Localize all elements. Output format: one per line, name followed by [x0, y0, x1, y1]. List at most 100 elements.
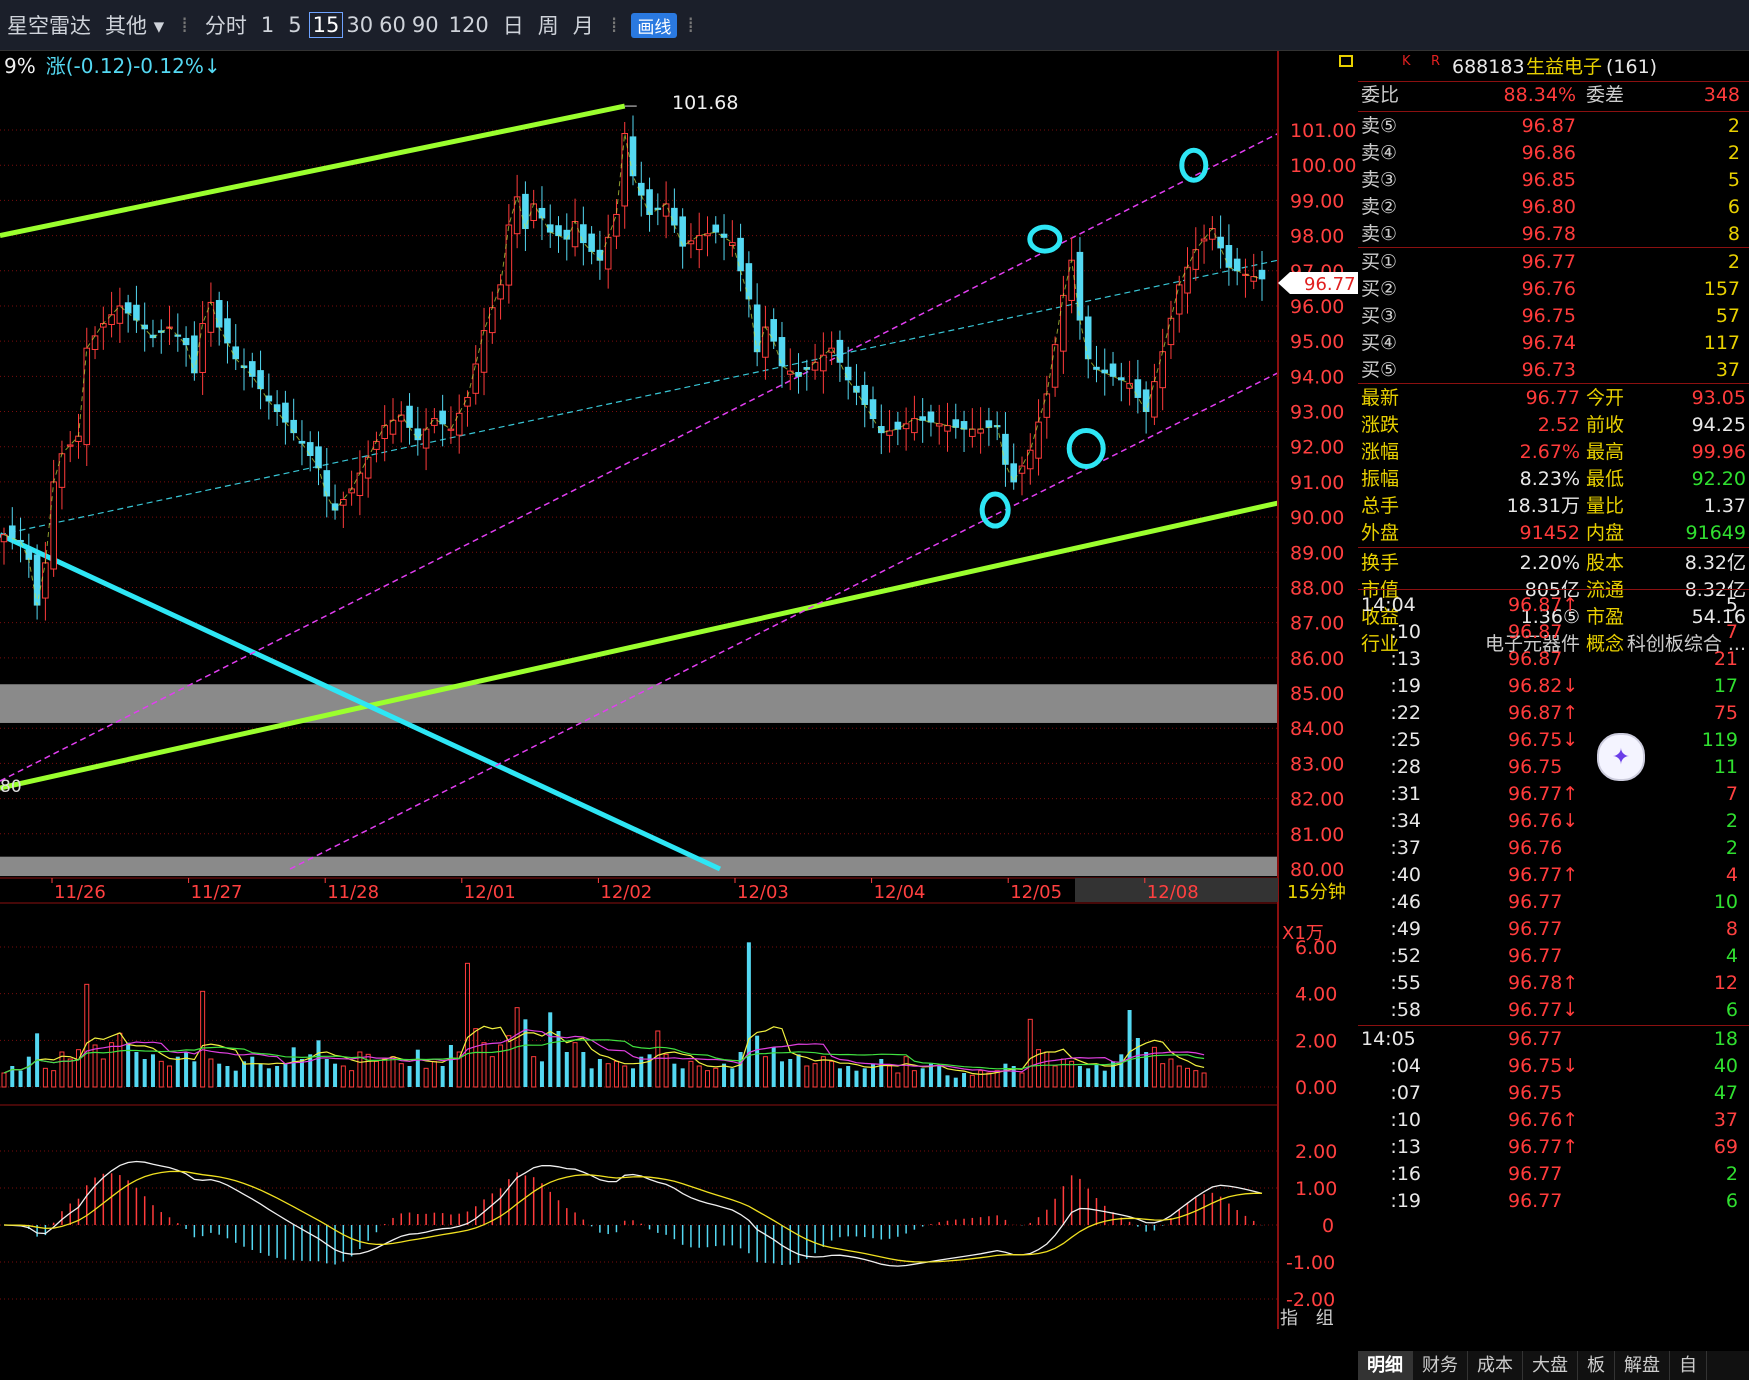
- tick-time: 14:05: [1361, 1028, 1416, 1050]
- candle-body: [1184, 266, 1191, 294]
- volume-bar: [846, 1066, 851, 1087]
- period-tab[interactable]: 90: [409, 13, 442, 37]
- candle-body: [778, 337, 786, 367]
- ask-volume: 8: [1727, 223, 1740, 245]
- price-tick: 80.00: [1290, 859, 1344, 881]
- tab-sector[interactable]: 板: [1578, 1351, 1615, 1380]
- volume-bar: [962, 1073, 967, 1087]
- bid-volume: 57: [1715, 305, 1740, 327]
- kline-chart[interactable]: 101.00100.0099.0098.0097.0096.0095.0094.…: [0, 51, 1358, 1329]
- volume-bar: [1168, 1058, 1174, 1088]
- period-tab[interactable]: 月: [566, 10, 601, 40]
- tick-price: 96.76: [1508, 837, 1563, 859]
- app-name[interactable]: 星空雷达: [0, 10, 98, 40]
- candle-body: [364, 456, 372, 479]
- tick-row: :46 96.77 10: [1358, 889, 1738, 916]
- tick-time: :37: [1390, 837, 1421, 859]
- volume-bar: [820, 1056, 826, 1088]
- lower-green-trendline: [0, 500, 1279, 791]
- candle-body: [894, 421, 902, 430]
- volume-bar: [548, 1012, 553, 1087]
- tick-price: 96.87↑: [1508, 594, 1579, 616]
- tick-row: :22 96.87↑ 75: [1358, 700, 1738, 727]
- volume-bar: [937, 1066, 942, 1087]
- volume-bar: [762, 1056, 768, 1088]
- draw-line-button[interactable]: 画线: [631, 12, 678, 38]
- candle-body: [935, 423, 943, 427]
- stat-row: 涨幅 2.67% 最高 99.96: [1358, 439, 1746, 466]
- tick-time: :10: [1390, 621, 1421, 643]
- pct-fragment: 9%: [4, 54, 36, 78]
- tab-market[interactable]: 大盘: [1523, 1351, 1578, 1380]
- volume-bar: [208, 1058, 214, 1088]
- period-tab[interactable]: 1: [254, 13, 281, 37]
- bid-volume: 117: [1703, 332, 1740, 354]
- tick-row: :13 96.77↑ 69: [1358, 1134, 1738, 1161]
- highlight-circle: [979, 491, 1011, 529]
- volume-bar: [1044, 1051, 1050, 1088]
- ai-assistant-icon[interactable]: ✦: [1597, 733, 1645, 781]
- tab-self[interactable]: 自: [1670, 1351, 1707, 1380]
- ask-label: 卖③: [1361, 169, 1398, 191]
- candle-body: [1258, 269, 1266, 280]
- tick-time: :04: [1390, 1055, 1421, 1077]
- tab-analysis[interactable]: 解盘: [1615, 1351, 1670, 1380]
- candle-body: [1093, 366, 1100, 370]
- period-tab[interactable]: 120: [442, 13, 496, 37]
- stat-value: 93.05: [1691, 387, 1746, 409]
- tick-price: 96.76↓: [1508, 810, 1579, 832]
- left-edge-label: 80: [0, 777, 22, 797]
- volume-bar: [564, 1052, 569, 1087]
- volume-bar: [581, 1052, 586, 1087]
- tab-k[interactable]: K: [1402, 48, 1411, 75]
- tab-group[interactable]: 组: [1316, 1308, 1334, 1329]
- candle-body: [273, 404, 281, 413]
- volume-bar: [969, 1074, 975, 1088]
- volume-tick: 4.00: [1295, 984, 1337, 1006]
- ask-price: 96.86: [1521, 142, 1576, 164]
- period-tab[interactable]: 周: [531, 10, 566, 40]
- candle-body: [563, 229, 571, 240]
- stat-value: 8.23%: [1519, 468, 1580, 490]
- ask-volume: 2: [1727, 142, 1740, 164]
- period-tab-selected[interactable]: 15: [308, 12, 344, 38]
- candle-body: [373, 440, 380, 450]
- candle-body: [580, 224, 587, 244]
- tick-volume: 11: [1713, 756, 1738, 778]
- price-tick: 85.00: [1290, 683, 1344, 705]
- candle-body: [306, 442, 314, 457]
- tab-detail[interactable]: 明细: [1358, 1351, 1413, 1380]
- date-label: 12/05: [1010, 882, 1062, 903]
- bid-price: 96.75: [1521, 305, 1576, 327]
- stat-row: 涨跌 2.52 前收 94.25: [1358, 412, 1746, 439]
- tick-time: :46: [1390, 891, 1421, 913]
- period-tab[interactable]: 30: [343, 13, 376, 37]
- candle-body: [604, 236, 612, 270]
- candle-body: [422, 428, 430, 449]
- period-tab[interactable]: 5: [281, 13, 308, 37]
- trend-lines: [0, 103, 1279, 872]
- tick-volume: 4: [1725, 945, 1738, 967]
- volume-bar: [986, 1072, 992, 1088]
- volume-bar: [316, 1040, 321, 1087]
- period-tab[interactable]: 60: [376, 13, 409, 37]
- candle-body: [58, 453, 66, 488]
- tick-volume: 37: [1713, 1109, 1738, 1131]
- tab-indicator[interactable]: 指: [1280, 1308, 1298, 1329]
- volume-bar: [755, 1035, 760, 1087]
- stock-code: 688183: [1452, 56, 1525, 78]
- tick-row: :31 96.77↑ 7: [1358, 781, 1738, 808]
- period-tab[interactable]: 分时: [198, 10, 254, 40]
- menu-other[interactable]: 其他 ▾: [98, 10, 171, 40]
- volume-bar: [275, 1066, 280, 1087]
- tab-r[interactable]: R: [1431, 48, 1440, 75]
- volume-bar: [373, 1060, 379, 1088]
- tab-finance[interactable]: 财务: [1413, 1351, 1468, 1380]
- tab-cost[interactable]: 成本: [1468, 1351, 1523, 1380]
- candle-body: [530, 203, 537, 221]
- candle-body: [571, 220, 579, 248]
- volume-bar: [1086, 1068, 1091, 1087]
- volume-bar: [431, 1060, 437, 1088]
- candle-body: [1175, 284, 1183, 315]
- period-tab[interactable]: 日: [496, 10, 531, 40]
